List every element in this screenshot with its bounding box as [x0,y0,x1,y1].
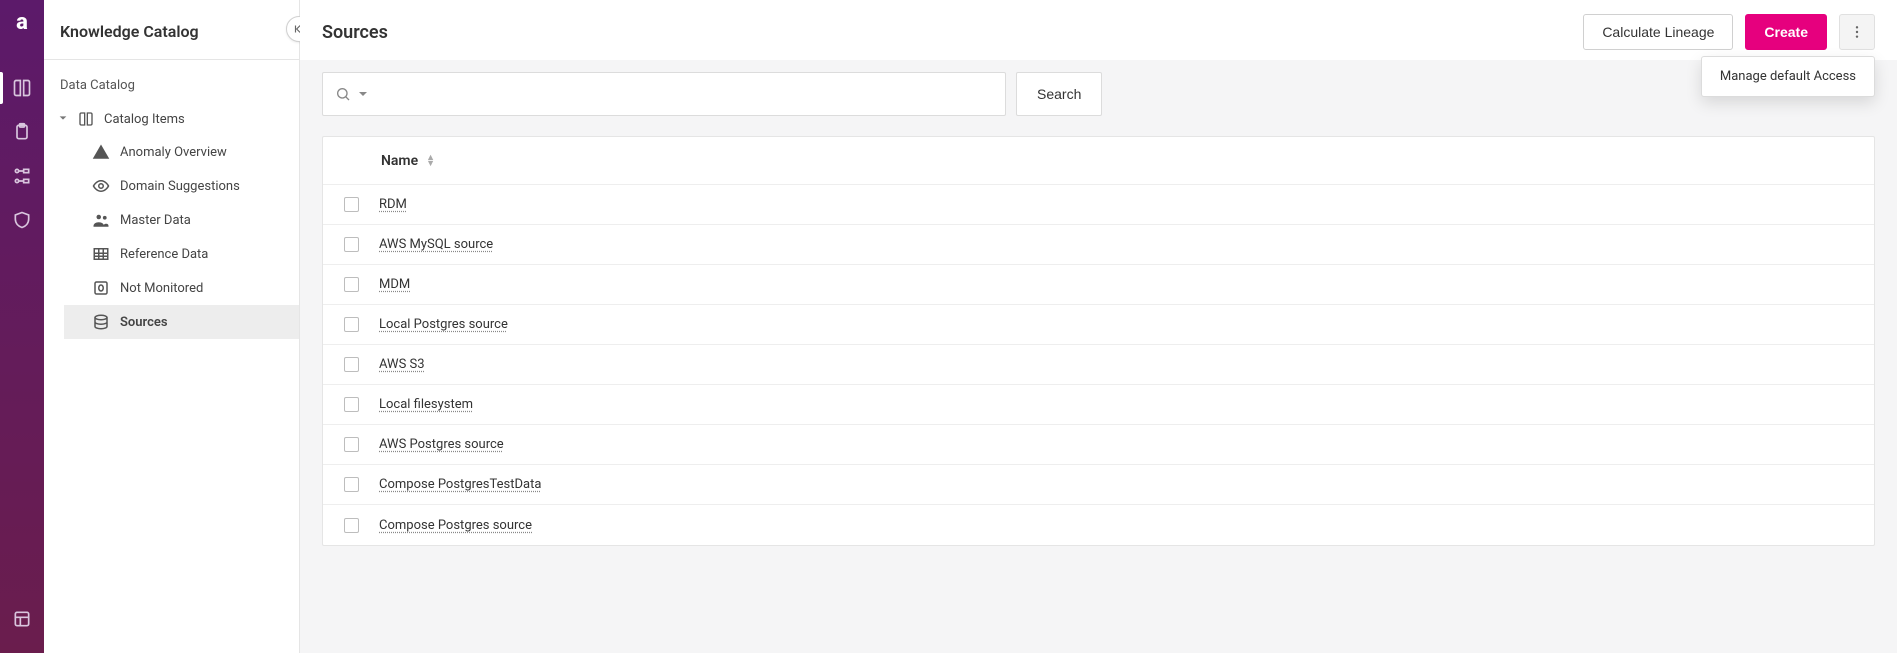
more-actions-button[interactable] [1839,14,1875,50]
nodes-icon [12,166,32,186]
row-checkbox[interactable] [344,197,359,212]
sort-icon[interactable]: ▲▼ [426,155,435,167]
source-link[interactable]: Local Postgres source [379,317,508,332]
sidebar-item-label: Master Data [120,213,191,228]
dots-vertical-icon [1849,24,1865,40]
search-box[interactable] [322,72,1006,116]
row-checkbox[interactable] [344,518,359,533]
zero-box-icon [92,279,110,297]
table-row: AWS Postgres source [323,425,1874,465]
sidebar-item-not-monitored[interactable]: Not Monitored [64,271,299,305]
more-actions-menu: Manage default Access [1701,56,1875,97]
source-link[interactable]: MDM [379,277,410,292]
sidebar-item-reference-data[interactable]: Reference Data [64,237,299,271]
source-link[interactable]: Local filesystem [379,397,473,412]
source-link[interactable]: RDM [379,197,407,212]
sidebar-item-label: Not Monitored [120,281,203,296]
row-checkbox[interactable] [344,437,359,452]
column-header-name[interactable]: Name [381,153,418,169]
table-row: Local Postgres source [323,305,1874,345]
tree-root-catalog-items[interactable]: Catalog Items [44,103,299,135]
table-row: Compose PostgresTestData [323,465,1874,505]
sidebar-item-sources[interactable]: Sources [64,305,299,339]
page-title: Sources [322,22,388,43]
layout-icon [12,609,32,629]
sidebar: Knowledge Catalog Data Catalog Catalog I… [44,0,300,653]
source-link[interactable]: Compose PostgresTestData [379,477,541,492]
search-icon [335,86,351,102]
sidebar-item-label: Domain Suggestions [120,179,240,194]
database-icon [92,313,110,331]
source-link[interactable]: AWS S3 [379,357,425,372]
people-icon [92,211,110,229]
row-checkbox[interactable] [344,277,359,292]
book-icon [78,111,96,127]
nav-rail: a [0,0,44,653]
sidebar-item-domain-suggestions[interactable]: Domain Suggestions [64,169,299,203]
sidebar-section-title: Data Catalog [44,60,299,103]
table-row: RDM [323,185,1874,225]
create-button[interactable]: Create [1745,14,1827,50]
search-input[interactable] [375,86,993,102]
menu-item-manage-default-access[interactable]: Manage default Access [1720,69,1856,84]
sources-table: Name ▲▼ RDM AWS MySQL source MDM Local Post… [322,136,1875,546]
book-icon [12,78,32,98]
content: Search Name ▲▼ RDM AWS MySQL source MDM Loc… [300,60,1897,653]
rail-item-clipboard[interactable] [0,110,44,154]
rail-item-catalog[interactable] [0,66,44,110]
sidebar-title: Knowledge Catalog [44,0,299,60]
sidebar-item-anomaly-overview[interactable]: Anomaly Overview [64,135,299,169]
table-header: Name ▲▼ [323,137,1874,185]
sidebar-item-label: Reference Data [120,247,208,262]
row-checkbox[interactable] [344,477,359,492]
eye-icon [92,177,110,195]
warning-icon [92,143,110,161]
table-row: Compose Postgres source [323,505,1874,545]
row-checkbox[interactable] [344,357,359,372]
table-row: MDM [323,265,1874,305]
brand-logo: a [8,8,36,36]
rail-item-model[interactable] [0,154,44,198]
sidebar-item-label: Anomaly Overview [120,145,227,160]
search-button[interactable]: Search [1016,72,1102,116]
row-checkbox[interactable] [344,397,359,412]
calculate-lineage-button[interactable]: Calculate Lineage [1583,14,1733,50]
table-row: AWS MySQL source [323,225,1874,265]
tree-root-label: Catalog Items [104,112,185,127]
source-link[interactable]: AWS Postgres source [379,437,504,452]
rail-item-security[interactable] [0,198,44,242]
clipboard-icon [12,122,32,142]
chevron-down-icon [355,86,371,102]
search-row: Search [322,72,1875,116]
rail-item-bottom[interactable] [0,597,44,641]
header: Sources Calculate Lineage Create [300,0,1897,60]
table-row: AWS S3 [323,345,1874,385]
header-actions: Calculate Lineage Create [1583,14,1875,50]
table-row: Local filesystem [323,385,1874,425]
source-link[interactable]: AWS MySQL source [379,237,493,252]
caret-down-icon [58,112,70,127]
grid-icon [92,245,110,263]
source-link[interactable]: Compose Postgres source [379,518,532,533]
sidebar-item-master-data[interactable]: Master Data [64,203,299,237]
row-checkbox[interactable] [344,317,359,332]
tree-children: Anomaly Overview Domain Suggestions Mast… [44,135,299,339]
shield-icon [12,210,32,230]
sidebar-item-label: Sources [120,315,168,330]
main: Sources Calculate Lineage Create Manage … [300,0,1897,653]
row-checkbox[interactable] [344,237,359,252]
